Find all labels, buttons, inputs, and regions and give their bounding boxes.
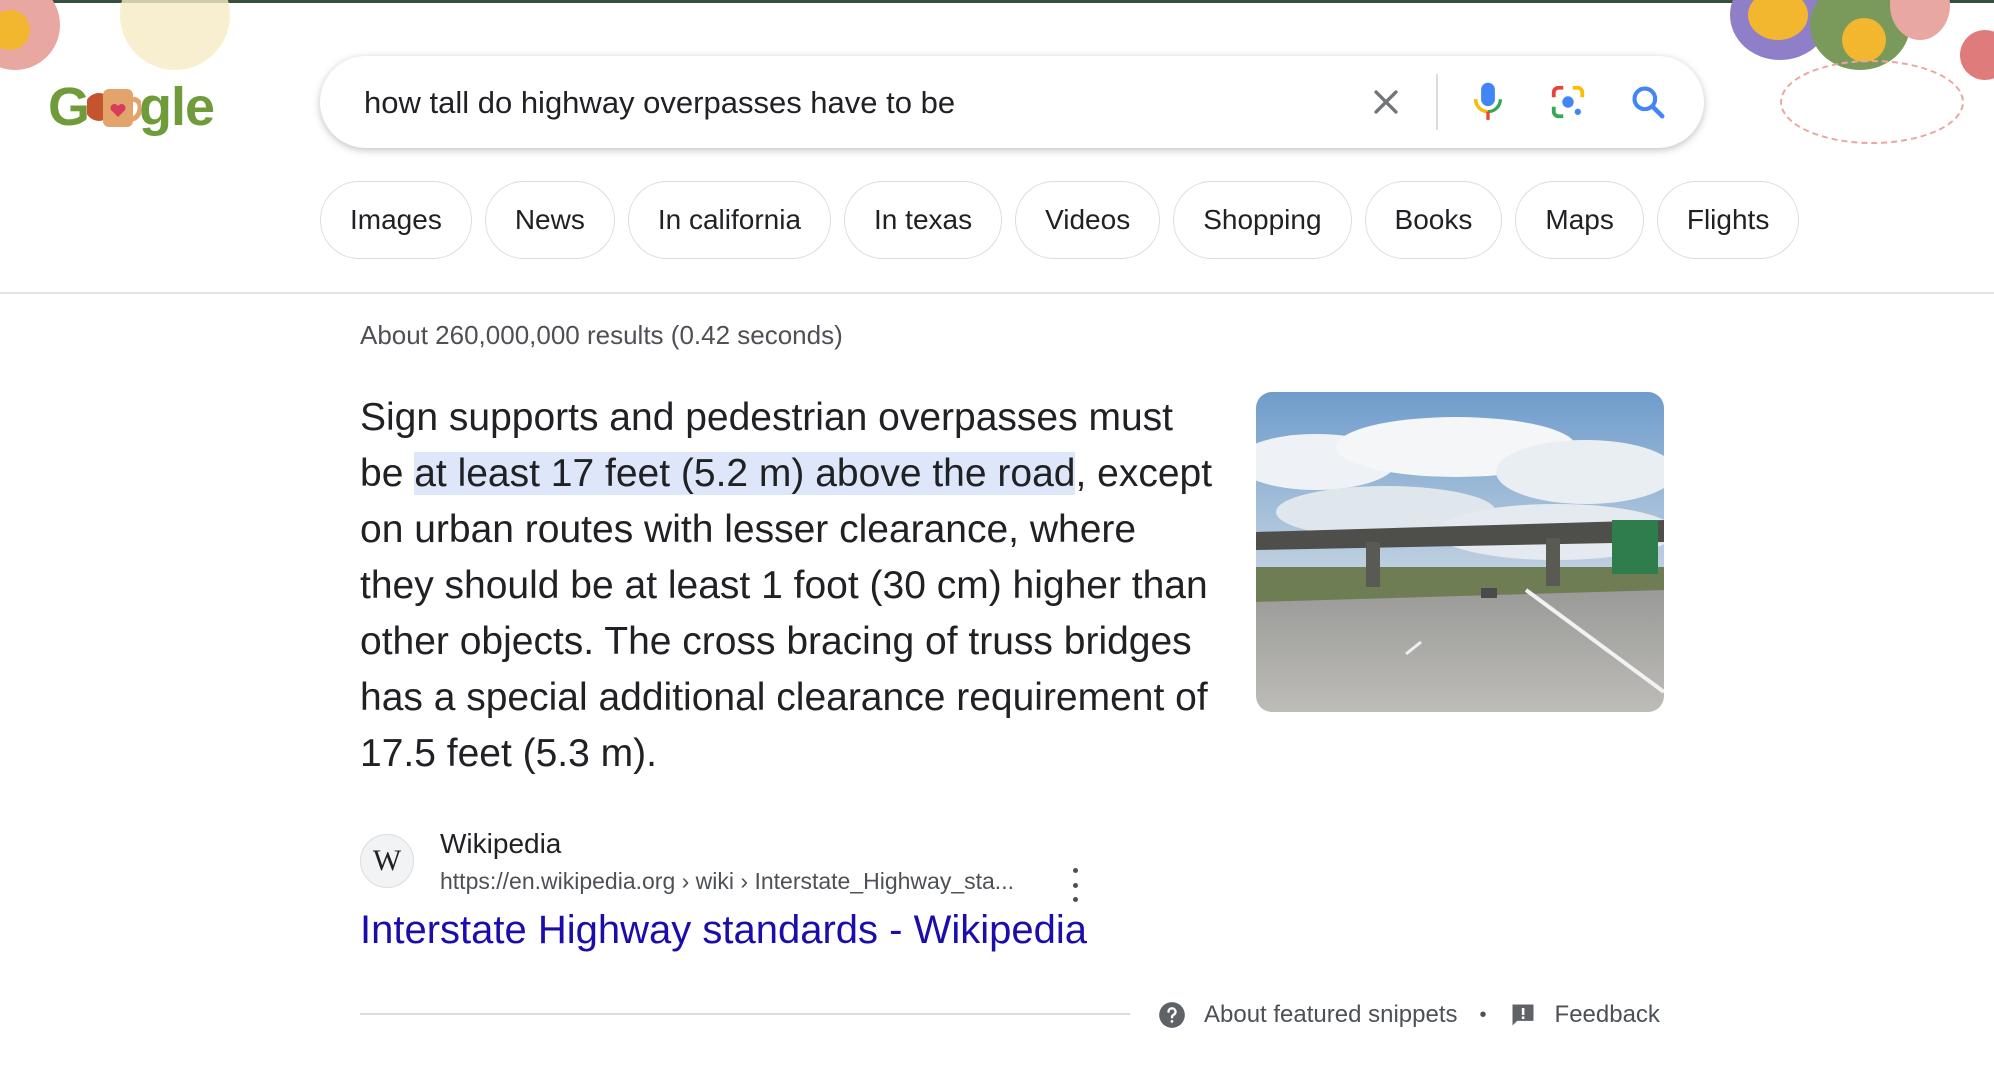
chip-books[interactable]: Books [1364, 181, 1503, 259]
help-circle-icon [1159, 1002, 1185, 1028]
result-title-link[interactable]: Interstate Highway standards - Wikipedia [360, 908, 1087, 953]
snippet-image[interactable] [1256, 392, 1664, 712]
source-site-name[interactable]: Wikipedia [440, 828, 561, 860]
chip-videos[interactable]: Videos [1015, 181, 1161, 259]
header-divider [0, 292, 1994, 294]
search-divider [1436, 74, 1438, 130]
search-icon[interactable] [1618, 72, 1678, 132]
search-filter-chips: Images News In california In texas Video… [320, 181, 1812, 261]
search-results-page: G gle how tall do highway overpasses hav… [0, 0, 1994, 1092]
featured-snippet-text: Sign supports and pedestrian overpasses … [360, 390, 1220, 782]
more-vert-icon[interactable] [1060, 868, 1090, 902]
search-box [320, 56, 1704, 148]
chip-maps[interactable]: Maps [1515, 181, 1644, 259]
top-border [0, 0, 1994, 3]
snippet-highlight: at least 17 feet (5.2 m) above the road [414, 452, 1076, 495]
snippet-footer: About featured snippets • Feedback [1158, 995, 1660, 1035]
google-doodle-logo[interactable]: G gle [48, 72, 238, 142]
chip-flights[interactable]: Flights [1656, 181, 1800, 259]
footer-divider [360, 1013, 1130, 1015]
feedback-icon [1512, 1004, 1534, 1026]
feedback-link[interactable]: Feedback [1509, 1001, 1660, 1029]
footer-separator: • [1479, 1003, 1487, 1026]
result-source: W Wikipedia https://en.wikipedia.org › w… [360, 826, 1100, 906]
highway-overpass-image [1256, 392, 1664, 712]
camera-lens-icon[interactable] [1538, 72, 1598, 132]
about-featured-snippets-label: About featured snippets [1204, 1001, 1458, 1028]
source-url[interactable]: https://en.wikipedia.org › wiki › Inters… [440, 868, 1014, 895]
feedback-label: Feedback [1554, 1001, 1660, 1028]
search-input[interactable] [362, 76, 1266, 130]
about-featured-snippets-link[interactable]: About featured snippets [1158, 1001, 1458, 1029]
chip-in-texas[interactable]: In texas [844, 181, 1003, 259]
chip-shopping[interactable]: Shopping [1173, 181, 1352, 259]
close-icon[interactable] [1356, 72, 1416, 132]
microphone-icon[interactable] [1458, 72, 1518, 132]
result-stats: About 260,000,000 results (0.42 seconds) [360, 320, 843, 350]
chip-in-california[interactable]: In california [627, 181, 832, 259]
coffee-mug-icon [85, 81, 143, 133]
snippet-text-after: , except on urban routes with lesser cle… [360, 452, 1213, 775]
chip-images[interactable]: Images [320, 181, 472, 259]
chip-news[interactable]: News [484, 181, 615, 259]
wikipedia-favicon-icon: W [360, 834, 414, 888]
search-actions [1336, 56, 1678, 148]
